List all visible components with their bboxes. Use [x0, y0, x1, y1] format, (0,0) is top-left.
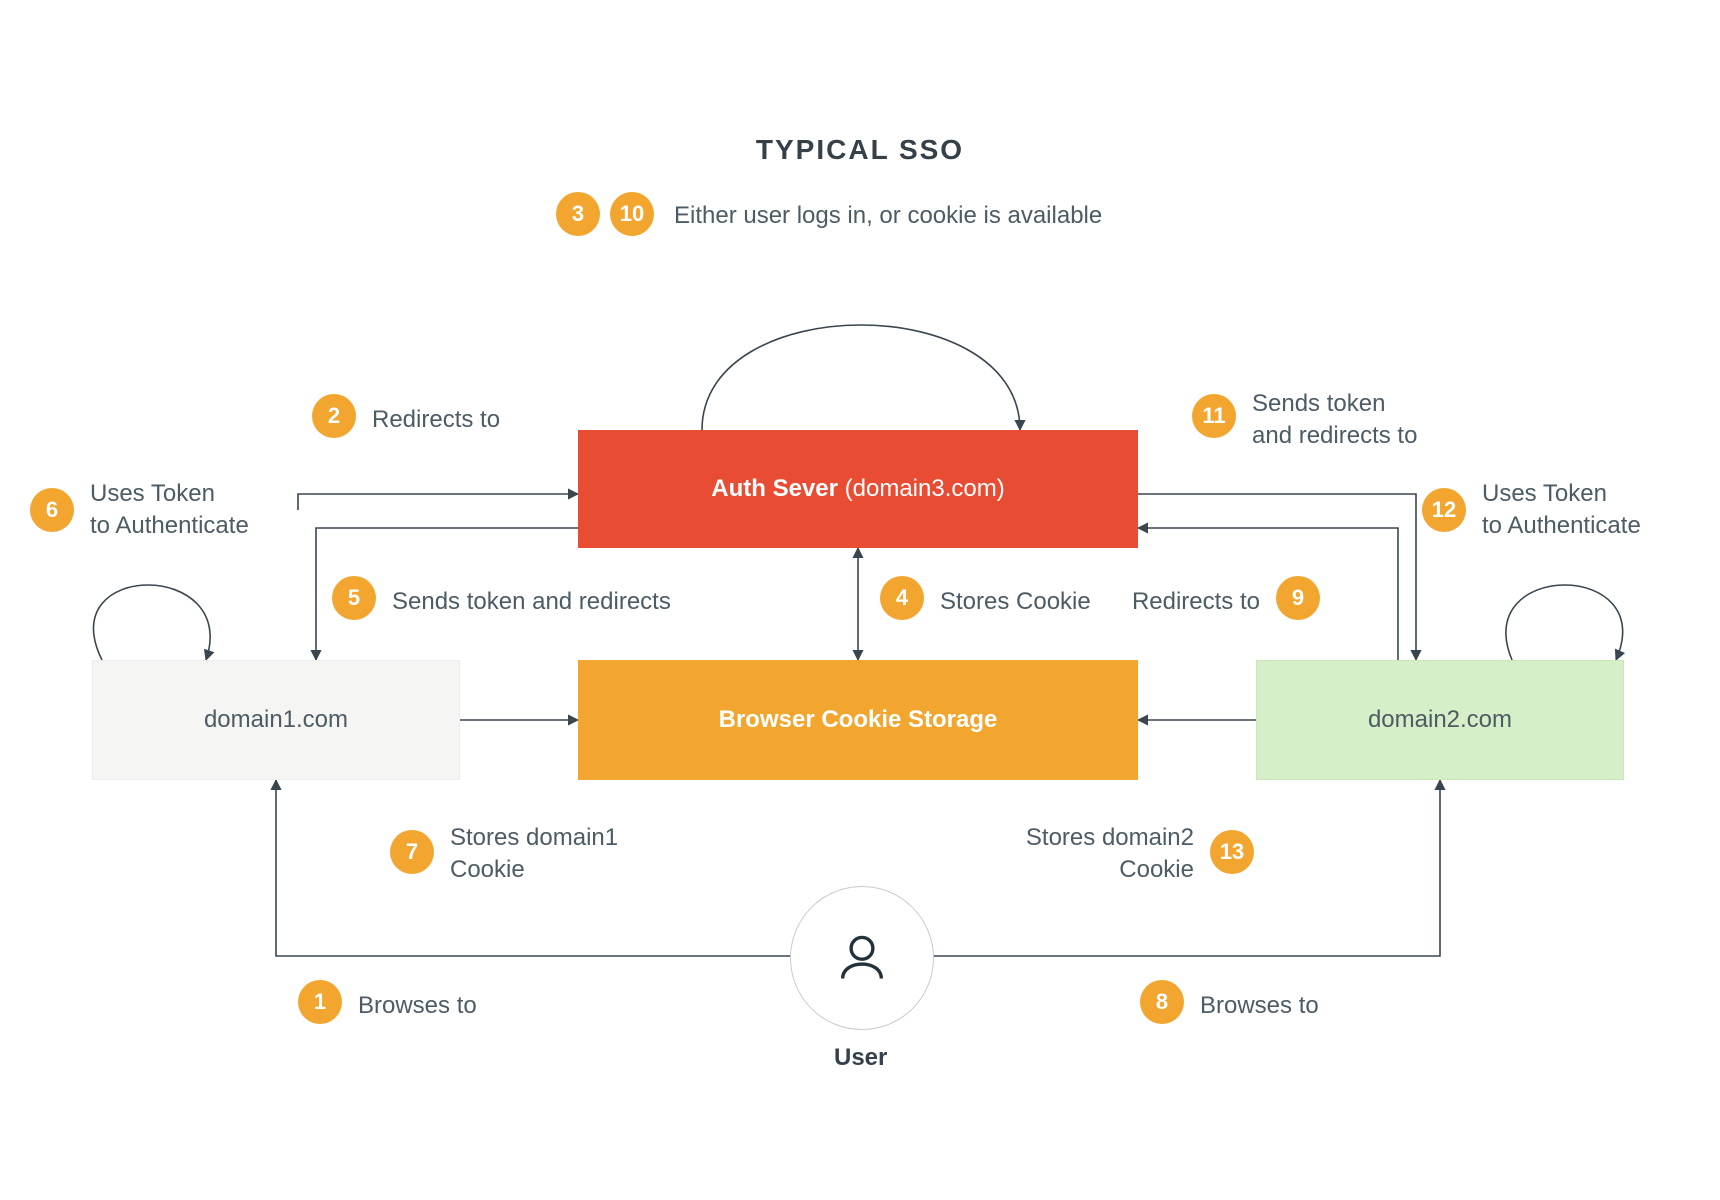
step-9-label: Redirects to [1100, 586, 1260, 618]
user-node [790, 886, 934, 1030]
user-icon [833, 929, 891, 987]
step-8-label: Browses to [1200, 990, 1319, 1022]
step-badge-5: 5 [332, 576, 376, 620]
step-badge-7: 7 [390, 830, 434, 874]
step-12-label: Uses Token to Authenticate [1482, 478, 1682, 543]
auth-server-label-sub: (domain3.com) [838, 475, 1005, 502]
step-badge-10: 10 [610, 192, 654, 236]
diagram-title: TYPICAL SSO [0, 134, 1720, 166]
step-badge-12: 12 [1422, 488, 1466, 532]
step-badge-3: 3 [556, 192, 600, 236]
step-5-label: Sends token and redirects [392, 586, 671, 618]
domain2-label: domain2.com [1368, 706, 1512, 734]
step-3-10-label: Either user logs in, or cookie is availa… [674, 200, 1102, 232]
step-badge-4: 4 [880, 576, 924, 620]
domain1-label: domain1.com [204, 706, 348, 734]
sso-diagram: TYPICAL SSO [0, 0, 1720, 1200]
step-2-label: Redirects to [372, 404, 500, 436]
domain1-node: domain1.com [92, 660, 460, 780]
step-badge-13: 13 [1210, 830, 1254, 874]
step-1-label: Browses to [358, 990, 477, 1022]
cookie-storage-label: Browser Cookie Storage [719, 706, 998, 734]
step-11-label: Sends token and redirects to [1252, 388, 1472, 453]
step-7-label: Stores domain1 Cookie [450, 822, 670, 887]
step-badge-8: 8 [1140, 980, 1184, 1024]
step-badge-6: 6 [30, 488, 74, 532]
step-badge-1: 1 [298, 980, 342, 1024]
domain2-node: domain2.com [1256, 660, 1624, 780]
step-badge-11: 11 [1192, 394, 1236, 438]
step-badge-2: 2 [312, 394, 356, 438]
user-label: User [834, 1044, 887, 1072]
cookie-storage-node: Browser Cookie Storage [578, 660, 1138, 780]
auth-server-node: Auth Sever (domain3.com) [578, 430, 1138, 548]
auth-server-label-strong: Auth Sever [711, 475, 838, 502]
step-4-label: Stores Cookie [940, 586, 1091, 618]
step-6-label: Uses Token to Authenticate [90, 478, 290, 543]
step-13-label: Stores domain2 Cookie [974, 822, 1194, 887]
step-badge-9: 9 [1276, 576, 1320, 620]
